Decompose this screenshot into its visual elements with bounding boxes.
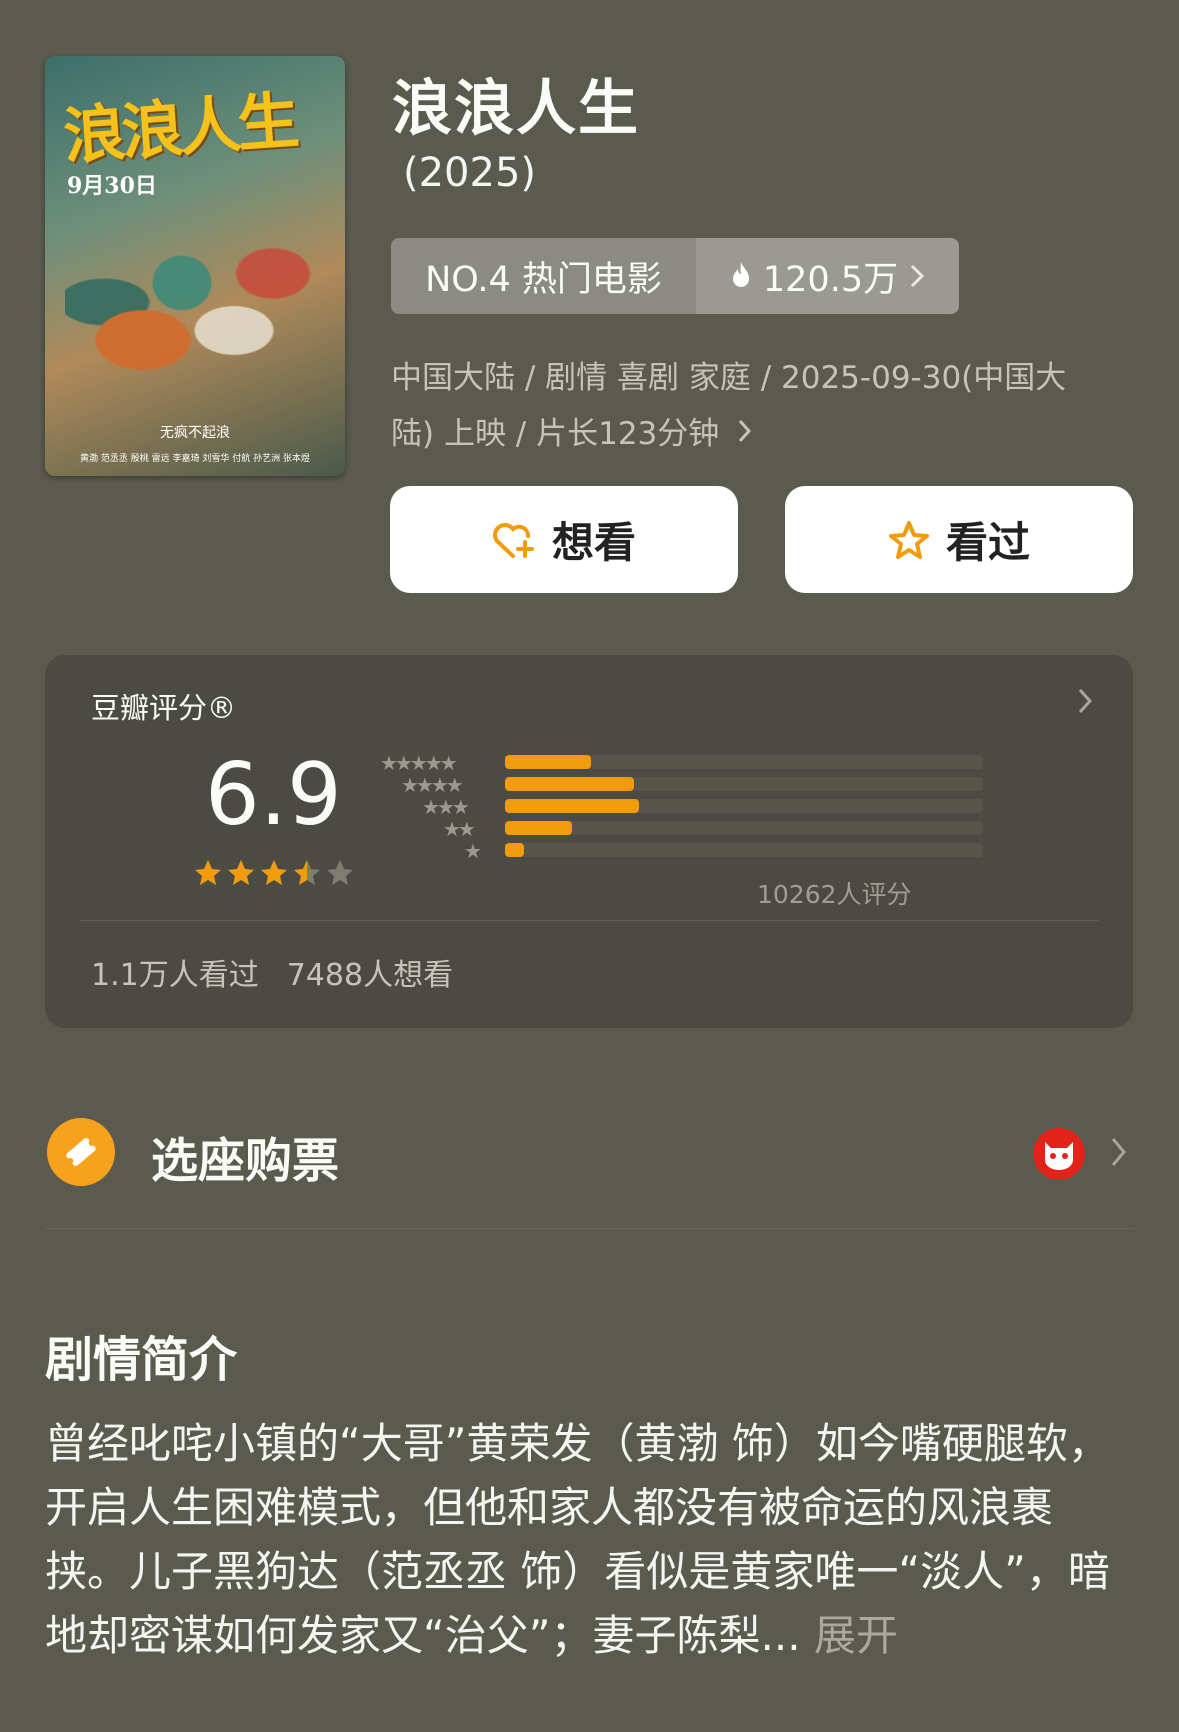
rating-label: 豆瓣评分® [91,691,237,725]
divider [45,1228,1134,1229]
rating-star-icon [327,860,353,885]
flame-icon [732,262,749,287]
distribution-bar [505,799,639,813]
distribution-bar [505,843,525,857]
chevron-right-icon [911,264,925,288]
movie-poster[interactable]: 浪浪人生 9月30日 无疯不起浪 黄渤 范丞丞 殷桃 雷远 李嘉琦 刘雪华 付航… [45,56,345,476]
watched-count: 1.1万人看过 [91,958,259,993]
rank-label: NO.4 热门电影 [391,238,696,314]
seen-label: 看过 [945,518,1030,567]
distribution-bar [505,821,572,835]
rating-star-icon [261,860,287,885]
heat-section[interactable]: 120.5万 [696,238,959,314]
want-to-watch-button[interactable]: 想看 [390,486,738,593]
star-outline-icon [888,520,929,559]
distribution-stars-icon: ★ [464,839,482,863]
buy-ticket-row[interactable]: 选座购票 [45,1110,1135,1196]
distribution-stars-icon: ★★★ [422,795,470,819]
expand-link[interactable]: 展开 [814,1611,898,1660]
heart-plus-icon [493,522,534,558]
distribution-bar-track [505,777,983,791]
distribution-bar-track [505,843,983,857]
maoyan-cat-icon [1033,1128,1085,1180]
rating-stars [193,858,355,888]
rating-star-icon [195,860,221,885]
poster-artwork [65,226,325,416]
movie-meta[interactable]: 中国大陆 / 剧情 喜剧 家庭 / 2025-09-30(中国大 陆) 上映 /… [391,350,1111,462]
chevron-right-icon [1111,1138,1126,1166]
meta-line-1: 中国大陆 / 剧情 喜剧 家庭 / 2025-09-30(中国大 [391,360,1067,396]
rating-score: 6.9 [205,745,342,845]
douban-rating-card[interactable]: 豆瓣评分® 6.9 ★★★★★ ★★★★ ★★★ ★★ ★ 10262人评分 1.1万人… [45,655,1133,1028]
distribution-bar [505,755,592,769]
buy-ticket-label: 选座购票 [151,1134,339,1189]
want-label: 想看 [551,518,636,567]
synopsis-heading: 剧情简介 [45,1332,238,1388]
distribution-stars-icon: ★★★★ [401,773,464,797]
ticket-icon [47,1118,115,1186]
chevron-right-icon [739,419,752,443]
poster-title-art: 浪浪人生 [61,83,298,173]
synopsis: 曾经叱咤小镇的“大哥”黄荣发（黄渤 饰）如今嘴硬腿软，开启人生困难模式，但他和家… [45,1412,1135,1668]
distribution-bar [505,777,635,791]
synopsis-text: 曾经叱咤小镇的“大哥”黄荣发（黄渤 饰）如今嘴硬腿软，开启人生困难模式，但他和家… [45,1419,1110,1660]
wish-count: 7488人想看 [286,958,454,993]
movie-year: (2025) [403,150,537,196]
distribution-stars-icon: ★★★★★ [380,751,458,775]
rank-pill[interactable]: NO.4 热门电影 120.5万 [391,238,959,314]
rating-star-icon [228,860,254,885]
distribution-bar-track [505,821,983,835]
rating-footer: 1.1万人看过 7488人想看 [91,950,453,994]
poster-tagline: 无疯不起浪 [160,425,230,441]
poster-release-date: 9月30日 [67,173,157,199]
poster-credits: 黄渤 范丞丞 殷桃 雷远 李嘉琦 刘雪华 付航 孙艺洲 张本煜 [80,454,310,464]
rating-count: 10262人评分 [757,880,912,909]
meta-line-2-text: 陆) 上映 / 片长123分钟 [391,416,720,452]
distribution-bar-track [505,755,983,769]
chevron-right-icon [1078,688,1093,714]
divider [80,920,1098,921]
watched-button[interactable]: 看过 [785,486,1133,593]
distribution-stars-icon: ★★ [443,817,476,841]
distribution-bar-track [505,799,983,813]
rating-star-icon [294,860,320,885]
heat-value: 120.5万 [762,259,899,300]
movie-title: 浪浪人生 [392,74,640,144]
meta-line-2: 陆) 上映 / 片长123分钟 [391,406,1111,462]
